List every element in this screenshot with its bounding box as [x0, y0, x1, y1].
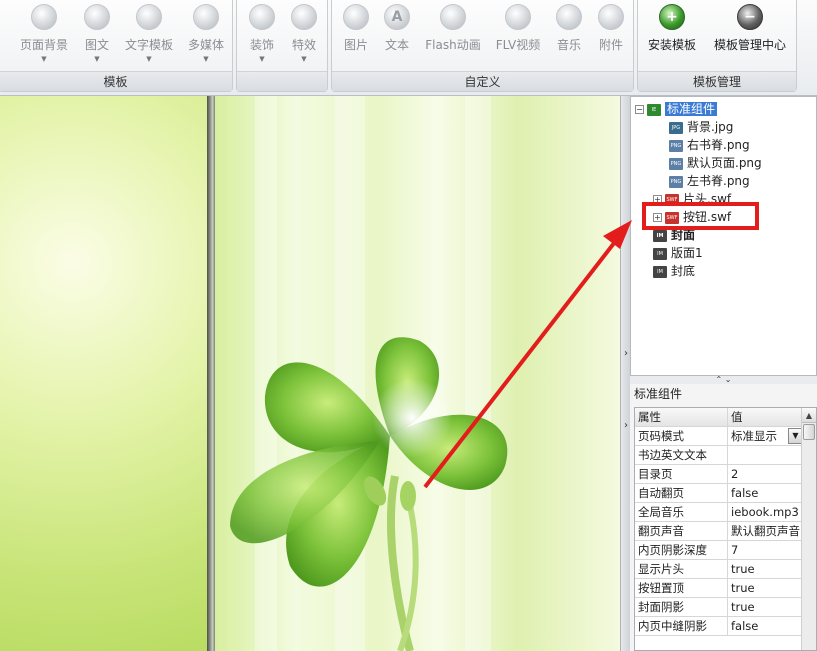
component-tree[interactable]: − IE 标准组件 JPG 背景.jpg PNG 右书脊.png PNG 默认页面.png…	[630, 96, 817, 376]
tree-node-file[interactable]: PNG 左书脊.png	[669, 172, 750, 190]
text-button[interactable]: A 文本	[378, 2, 416, 68]
property-grid[interactable]: 属性 值 页码模式 标准显示 ▼ 书边英文文本 目录页 2 自动翻页 false…	[634, 407, 817, 651]
property-row[interactable]: 目录页 2	[635, 465, 803, 484]
collapse-icon[interactable]: −	[635, 105, 644, 114]
flv-video-button[interactable]: FLV视频	[490, 2, 546, 68]
page-background-button[interactable]: 页面背景 ▼	[15, 2, 73, 68]
tree-node-page[interactable]: IM 封底	[653, 262, 695, 280]
template-manager-button[interactable]: − 模板管理中心	[708, 2, 792, 68]
flash-button[interactable]: Flash动画	[422, 2, 484, 68]
dropdown-arrow-icon: ▼	[301, 55, 307, 63]
property-row[interactable]: 封面阴影 true	[635, 598, 803, 617]
ribbon-group-template-management: + 安装模板 − 模板管理中心 模板管理	[637, 0, 797, 92]
flv-video-icon	[505, 4, 531, 30]
music-button[interactable]: 音乐	[550, 2, 588, 68]
ribbon-group-custom: 图片 A 文本 Flash动画 FLV视频 音乐 附件 自定义	[331, 0, 634, 92]
property-row[interactable]: 页码模式 标准显示 ▼	[635, 427, 803, 446]
scroll-thumb[interactable]	[803, 424, 815, 440]
graphic-text-button[interactable]: 图文 ▼	[77, 2, 117, 68]
group-label-custom: 自定义	[332, 71, 633, 91]
property-row[interactable]: 显示片头 true	[635, 560, 803, 579]
group-label-template-management: 模板管理	[638, 71, 796, 91]
dropdown-arrow-icon: ▼	[259, 55, 265, 63]
property-row[interactable]: 内页阴影深度 7	[635, 541, 803, 560]
multimedia-button[interactable]: 多媒体 ▼	[181, 2, 231, 68]
install-template-icon: +	[659, 4, 685, 30]
tree-node-file[interactable]: PNG 右书脊.png	[669, 136, 750, 154]
column-header-property: 属性	[635, 408, 728, 427]
png-file-icon: PNG	[669, 175, 683, 188]
panel-splitter[interactable]: › ›	[620, 96, 630, 651]
install-template-button[interactable]: + 安装模板	[644, 2, 700, 68]
jpg-file-icon: JPG	[669, 121, 683, 134]
decoration-icon	[249, 4, 275, 30]
dropdown-arrow-icon: ▼	[203, 55, 209, 63]
effects-icon	[291, 4, 317, 30]
png-file-icon: PNG	[669, 139, 683, 152]
tree-node-root[interactable]: − IE 标准组件	[635, 100, 718, 118]
ribbon-group-decoration: 装饰 ▼ 特效 ▼	[236, 0, 328, 92]
property-row[interactable]: 全局音乐 iebook.mp3	[635, 503, 803, 522]
ribbon-group-template: 页面背景 ▼ 图文 ▼ 文字模板 ▼ 多媒体 ▼ 模板	[0, 0, 233, 92]
property-scrollbar[interactable]: ▲	[801, 408, 816, 650]
properties-title: 标准组件	[634, 387, 683, 401]
property-row[interactable]: 按钮置顶 true	[635, 579, 803, 598]
value-dropdown[interactable]: 标准显示 ▼	[728, 427, 803, 446]
ribbon-toolbar: 页面背景 ▼ 图文 ▼ 文字模板 ▼ 多媒体 ▼ 模板 装饰 ▼ 特效 ▼ 图片…	[0, 0, 817, 96]
multimedia-icon	[193, 4, 219, 30]
dropdown-arrow-icon: ▼	[41, 55, 47, 63]
tree-node-file[interactable]: PNG 默认页面.png	[669, 154, 762, 172]
component-icon: IE	[647, 103, 661, 116]
clover-image	[230, 337, 508, 651]
image-icon	[343, 4, 369, 30]
dropdown-arrow-icon: ▼	[94, 55, 100, 63]
column-header-value: 值	[731, 410, 743, 424]
text-template-icon	[136, 4, 162, 30]
book-canvas[interactable]	[0, 96, 620, 651]
highlight-box	[642, 202, 759, 230]
scroll-up-icon[interactable]: ▲	[802, 408, 816, 423]
right-panel: − IE 标准组件 JPG 背景.jpg PNG 右书脊.png PNG 默认页面.png…	[630, 96, 817, 651]
music-icon	[556, 4, 582, 30]
page-icon: IM	[653, 265, 667, 278]
text-icon: A	[384, 4, 410, 30]
decoration-button[interactable]: 装饰 ▼	[243, 2, 281, 68]
group-label-decoration	[237, 71, 327, 91]
property-row[interactable]: 翻页声音 默认翻页声音	[635, 522, 803, 541]
page-icon: IM	[653, 229, 667, 242]
image-button[interactable]: 图片	[338, 2, 374, 68]
group-label-template: 模板	[0, 71, 232, 91]
flash-icon	[440, 4, 466, 30]
property-row[interactable]: 书边英文文本	[635, 446, 803, 465]
template-manager-icon: −	[737, 4, 763, 30]
page-icon: IM	[653, 247, 667, 260]
graphic-text-icon	[84, 4, 110, 30]
property-row[interactable]: 内页中缝阴影 false	[635, 617, 803, 636]
tree-node-file[interactable]: JPG 背景.jpg	[669, 118, 733, 136]
png-file-icon: PNG	[669, 157, 683, 170]
attachment-icon	[598, 4, 624, 30]
tree-node-page[interactable]: IM 版面1	[653, 244, 703, 262]
grid-header: 属性 值	[635, 408, 803, 427]
dropdown-arrow-icon: ▼	[146, 55, 152, 63]
effects-button[interactable]: 特效 ▼	[285, 2, 323, 68]
attachment-button[interactable]: 附件	[592, 2, 630, 68]
page-background-icon	[31, 4, 57, 30]
text-template-button[interactable]: 文字模板 ▼	[121, 2, 177, 68]
property-row[interactable]: 自动翻页 false	[635, 484, 803, 503]
horizontal-splitter[interactable]: ⌃ ⌄	[630, 376, 817, 384]
